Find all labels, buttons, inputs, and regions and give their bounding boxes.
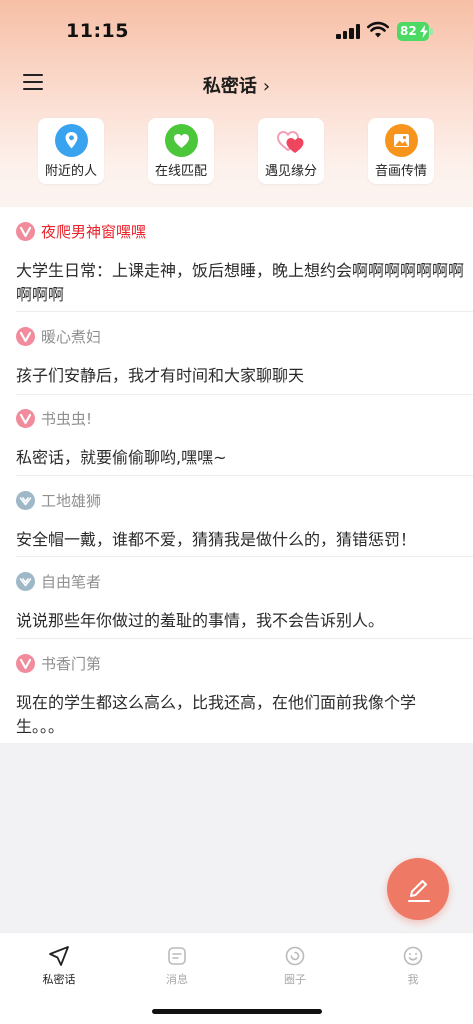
post-header: 夜爬男神窗嘿嘿: [16, 221, 146, 241]
pencil-icon: [408, 880, 430, 902]
female-badge-icon: [16, 221, 35, 241]
message-icon: [168, 947, 186, 965]
divider: [16, 475, 473, 476]
image-icon: [385, 124, 418, 157]
smile-icon: [403, 946, 423, 966]
post-header: 暖心煮妇: [16, 326, 101, 346]
post-text: 私密话，就要偷偷聊哟,嘿嘿~: [16, 448, 227, 467]
post-text: 说说那些年你做过的羞耻的事情，我不会告诉别人。: [16, 611, 385, 630]
female-badge-icon: [16, 326, 35, 346]
male-badge-icon: [16, 490, 35, 510]
list-item[interactable]: 工地雄狮 安全帽一戴，谁都不爱，猜猜我是做什么的，猜错惩罚！: [0, 490, 473, 558]
divider: [16, 311, 473, 312]
battery-nub: [430, 28, 433, 35]
quick-action-label: 附近的人: [44, 164, 97, 179]
post-author[interactable]: 书虫虫!: [41, 408, 92, 429]
online-match-button[interactable]: 在线匹配: [148, 118, 214, 184]
compose-button[interactable]: [387, 858, 449, 920]
list-item[interactable]: 书虫虫! 私密话，就要偷偷聊哟,嘿嘿~: [0, 408, 473, 476]
post-author[interactable]: 书香门第: [41, 653, 101, 674]
meet-fate-button[interactable]: 遇见缘分: [258, 118, 324, 184]
divider: [16, 394, 473, 395]
tab-messages[interactable]: 消息: [118, 941, 236, 991]
double-heart-icon: [275, 124, 308, 157]
post-header: 自由笔者: [16, 571, 101, 591]
male-badge-icon: [16, 571, 35, 591]
list-item[interactable]: 暖心煮妇 孩子们安静后，我才有时间和大家聊聊天: [0, 326, 473, 394]
post-header: 书香门第: [16, 653, 101, 673]
page-title-text: 私密话: [202, 76, 257, 97]
female-badge-icon: [16, 408, 35, 428]
list-item[interactable]: 自由笔者 说说那些年你做过的羞耻的事情，我不会告诉别人。: [0, 571, 473, 639]
post-header: 书虫虫!: [16, 408, 92, 428]
send-icon: [49, 946, 69, 966]
bolt-icon: [420, 25, 428, 38]
audio-visual-button[interactable]: 音画传情: [368, 118, 434, 184]
quick-action-label: 遇见缘分: [264, 164, 317, 179]
post-header: 工地雄狮: [16, 490, 101, 510]
post-feed: 夜爬男神窗嘿嘿 大学生日常：上课走神，饭后想睡，晚上想约会啊啊啊啊啊啊啊啊啊啊 …: [0, 207, 473, 743]
divider: [16, 638, 473, 639]
quick-actions: 附近的人 在线匹配 遇见缘分 音画传情: [0, 118, 473, 184]
list-item[interactable]: 书香门第 现在的学生都这么高么，比我还高，在他们面前我像个学生。。。: [0, 653, 473, 743]
quick-action-label: 在线匹配: [154, 164, 207, 179]
signal-icon: [336, 24, 362, 39]
post-author[interactable]: 暖心煮妇: [41, 326, 101, 347]
tab-label: 我: [407, 973, 419, 986]
status-time: 11:15: [66, 20, 129, 42]
page-title[interactable]: 私密话 ›: [0, 72, 473, 98]
post-text: 大学生日常：上课走神，饭后想睡，晚上想约会啊啊啊啊啊啊啊啊啊啊: [16, 261, 465, 304]
list-item[interactable]: 夜爬男神窗嘿嘿 大学生日常：上课走神，饭后想睡，晚上想约会啊啊啊啊啊啊啊啊啊啊: [0, 221, 473, 311]
post-text: 现在的学生都这么高么，比我还高，在他们面前我像个学生。。。: [16, 693, 417, 736]
heart-icon: [165, 124, 198, 157]
battery-level: 82: [400, 24, 417, 38]
divider: [16, 556, 473, 557]
post-author[interactable]: 工地雄狮: [41, 490, 101, 511]
battery-icon: 82: [397, 22, 429, 41]
tab-label: 圈子: [284, 973, 306, 986]
post-author[interactable]: 夜爬男神窗嘿嘿: [41, 221, 146, 242]
circle-icon: [285, 946, 305, 966]
post-text: 安全帽一戴，谁都不爱，猜猜我是做什么的，猜错惩罚！: [16, 530, 417, 549]
post-text: 孩子们安静后，我才有时间和大家聊聊天: [16, 366, 305, 385]
quick-action-label: 音画传情: [374, 164, 427, 179]
tab-label: 私密话: [42, 973, 76, 986]
chevron-right-icon: ›: [262, 76, 271, 97]
tab-circle[interactable]: 圈子: [236, 941, 354, 991]
location-pin-icon: [55, 124, 88, 157]
female-badge-icon: [16, 653, 35, 673]
tab-label: 消息: [166, 973, 188, 986]
tab-me[interactable]: 我: [354, 941, 472, 991]
nearby-people-button[interactable]: 附近的人: [38, 118, 104, 184]
post-author[interactable]: 自由笔者: [41, 571, 101, 592]
tab-private-talk[interactable]: 私密话: [0, 941, 118, 991]
wifi-icon: [367, 21, 389, 38]
status-bar: 11:15 82: [0, 0, 473, 60]
home-indicator: [152, 1009, 322, 1014]
